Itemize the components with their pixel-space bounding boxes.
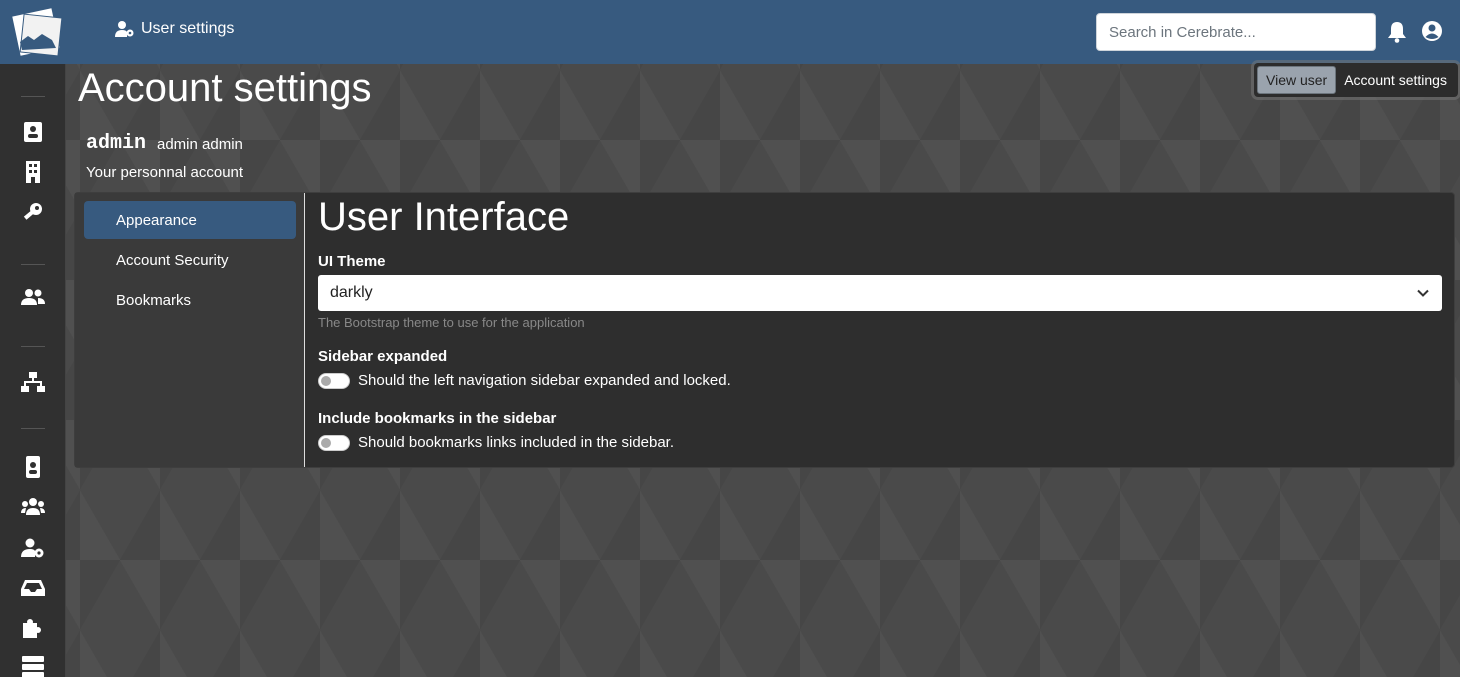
- user-circle-icon[interactable]: [1421, 20, 1443, 42]
- full-name: admin admin: [157, 136, 243, 153]
- sidebar-expanded-toggle[interactable]: [318, 373, 350, 389]
- sidebar-expanded-label: Sidebar expanded: [318, 348, 448, 365]
- account-description: Your personnal account: [86, 164, 244, 181]
- user-cog-icon[interactable]: [21, 537, 45, 559]
- ui-theme-select[interactable]: darkly: [318, 275, 1442, 311]
- sidebar-divider: [21, 96, 45, 97]
- page-label-text: User settings: [141, 20, 235, 37]
- section-title: User Interface: [318, 195, 570, 239]
- users-icon[interactable]: [21, 286, 45, 308]
- page-label: User settings: [115, 20, 234, 38]
- user-group-icon[interactable]: [21, 496, 45, 518]
- sidebar-expanded-description: Should the left navigation sidebar expan…: [358, 372, 731, 389]
- bell-icon[interactable]: [1387, 21, 1407, 43]
- search-input[interactable]: [1096, 13, 1376, 51]
- bookmarks-sidebar-label: Include bookmarks in the sidebar: [318, 410, 557, 427]
- view-user-button[interactable]: View user: [1257, 66, 1337, 94]
- sidebar-divider: [21, 264, 45, 265]
- top-navbar: User settings: [0, 0, 1460, 64]
- bookmarks-sidebar-description: Should bookmarks links included in the s…: [358, 434, 675, 451]
- inbox-icon[interactable]: [21, 577, 45, 599]
- id-badge-icon[interactable]: [21, 456, 45, 478]
- settings-nav: Appearance Account Security Bookmarks: [75, 193, 305, 467]
- chevron-down-icon: [1417, 289, 1429, 297]
- address-card-icon[interactable]: [21, 121, 45, 143]
- username: admin: [86, 132, 147, 155]
- key-icon[interactable]: [21, 202, 45, 224]
- user-cog-icon: [115, 21, 134, 37]
- network-icon[interactable]: [21, 372, 45, 394]
- sidebar-divider: [21, 428, 45, 429]
- settings-nav-bookmarks[interactable]: Bookmarks: [84, 281, 296, 319]
- sidebar-divider: [21, 346, 45, 347]
- settings-card: Appearance Account Security Bookmarks Us…: [74, 192, 1455, 468]
- ui-theme-value: darkly: [330, 284, 373, 301]
- ui-theme-label: UI Theme: [318, 253, 386, 270]
- page-title: Account settings: [78, 66, 372, 110]
- ui-theme-help: The Bootstrap theme to use for the appli…: [318, 315, 585, 330]
- bookmarks-sidebar-toggle[interactable]: [318, 435, 350, 451]
- cerebrate-logo[interactable]: [12, 6, 64, 58]
- account-settings-button[interactable]: Account settings: [1336, 66, 1455, 94]
- settings-nav-account-security[interactable]: Account Security: [84, 241, 296, 279]
- server-icon[interactable]: [21, 656, 45, 677]
- building-icon[interactable]: [21, 161, 45, 183]
- puzzle-icon[interactable]: [21, 617, 45, 639]
- view-toggle-group: View user Account settings: [1254, 63, 1458, 97]
- left-sidebar: [0, 64, 66, 677]
- settings-nav-appearance[interactable]: Appearance: [84, 201, 296, 239]
